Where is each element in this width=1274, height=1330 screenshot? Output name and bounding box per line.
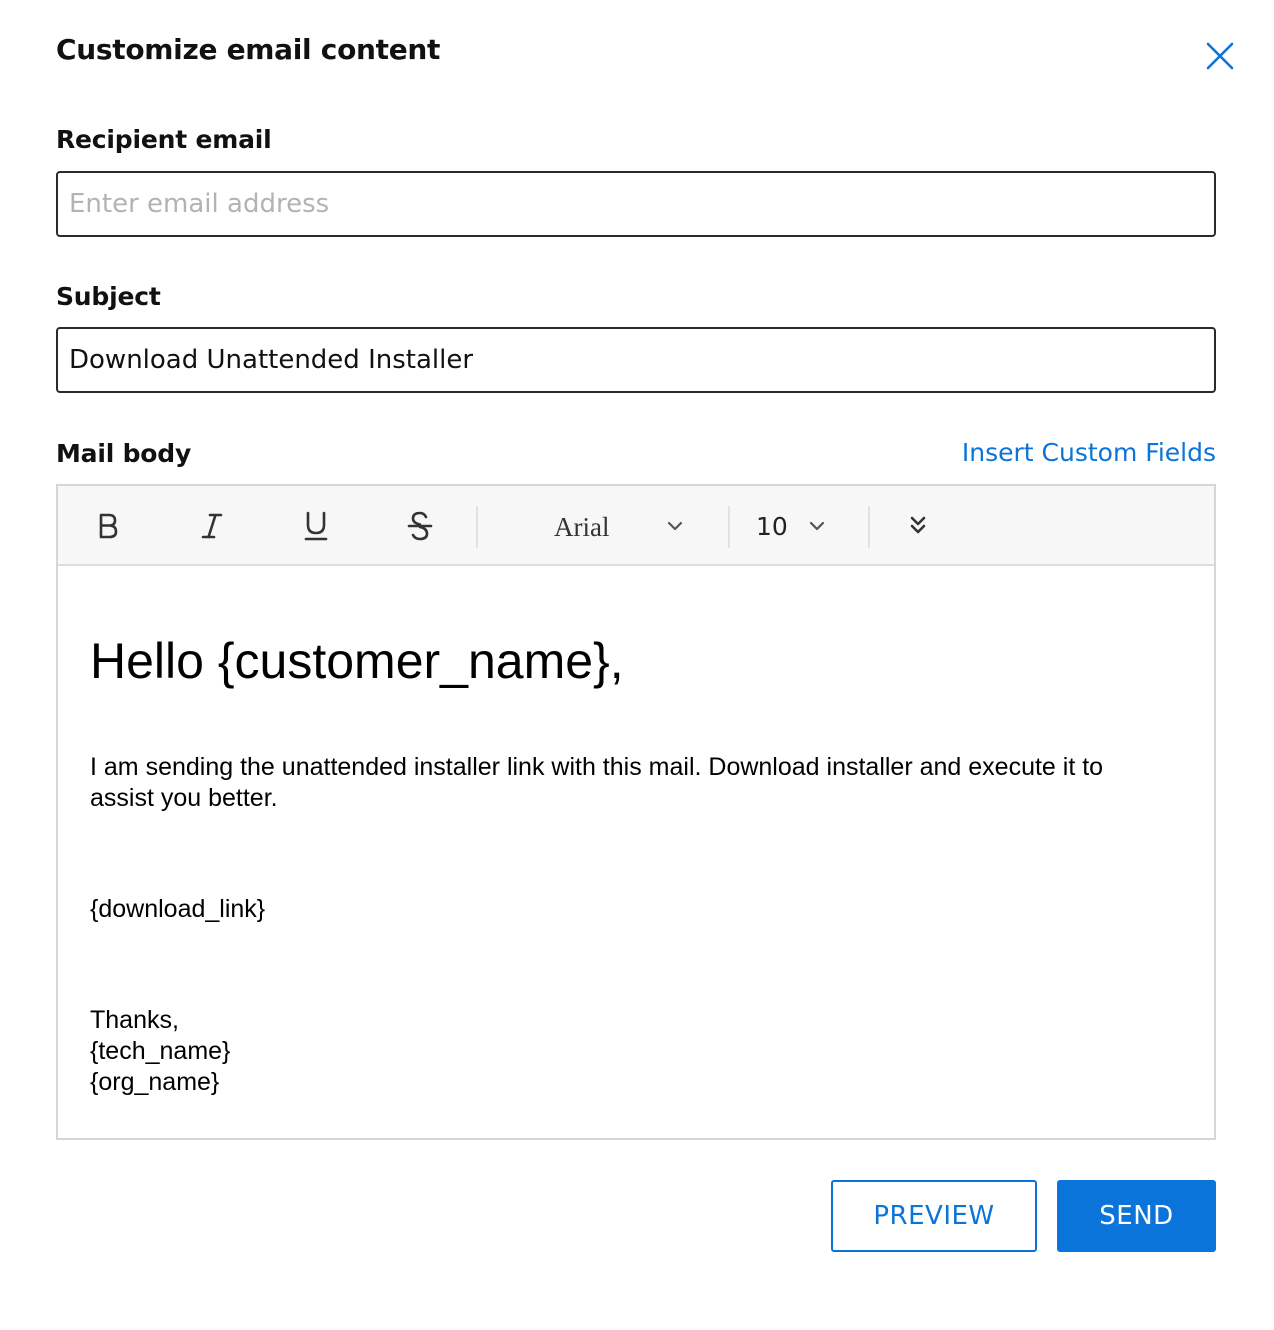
strikethrough-button[interactable]: [396, 502, 444, 550]
underline-icon: [304, 511, 328, 541]
close-button[interactable]: [1200, 36, 1240, 76]
insert-custom-fields-link[interactable]: Insert Custom Fields: [962, 436, 1216, 470]
customize-email-dialog: Customize email content Recipient email …: [0, 0, 1274, 1330]
closing-text: Thanks,: [90, 1006, 179, 1034]
subject-label: Subject: [56, 282, 161, 311]
recipient-email-input[interactable]: [56, 171, 1216, 237]
download-link-placeholder: {download_link}: [90, 895, 266, 923]
toolbar-divider: [476, 506, 478, 548]
mail-body-editor: Arial 10 Hello {customer_name}, I am sen…: [56, 484, 1216, 1140]
body-paragraph: I am sending the unattended installer li…: [90, 753, 1104, 812]
toolbar-divider: [728, 506, 730, 548]
font-family-value: Arial: [554, 512, 610, 542]
font-family-dropdown[interactable]: Arial: [528, 502, 698, 550]
org-name-placeholder: {org_name}: [90, 1068, 220, 1096]
strikethrough-icon: [407, 511, 433, 541]
preview-button[interactable]: PREVIEW: [831, 1180, 1037, 1252]
font-size-dropdown[interactable]: 10: [748, 502, 848, 550]
close-icon: [1206, 42, 1234, 70]
dialog-title: Customize email content: [56, 33, 441, 66]
mail-body-label: Mail body: [56, 439, 192, 468]
font-size-value: 10: [756, 512, 788, 541]
chevron-down-icon: [667, 521, 683, 531]
send-button[interactable]: SEND: [1057, 1180, 1216, 1252]
bold-icon: [99, 513, 118, 539]
underline-button[interactable]: [292, 502, 340, 550]
italic-button[interactable]: [188, 502, 236, 550]
toolbar-divider: [868, 506, 870, 548]
recipient-email-label: Recipient email: [56, 125, 272, 154]
double-chevron-down-icon: [910, 516, 926, 534]
italic-icon: [201, 513, 223, 539]
tech-name-placeholder: {tech_name}: [90, 1037, 231, 1065]
chevron-down-icon: [809, 521, 825, 531]
greeting-text: Hello {customer_name},: [90, 633, 624, 689]
bold-button[interactable]: [84, 502, 132, 550]
subject-input[interactable]: [56, 327, 1216, 393]
more-options-button[interactable]: [894, 502, 942, 550]
editor-toolbar: Arial 10: [58, 486, 1214, 566]
